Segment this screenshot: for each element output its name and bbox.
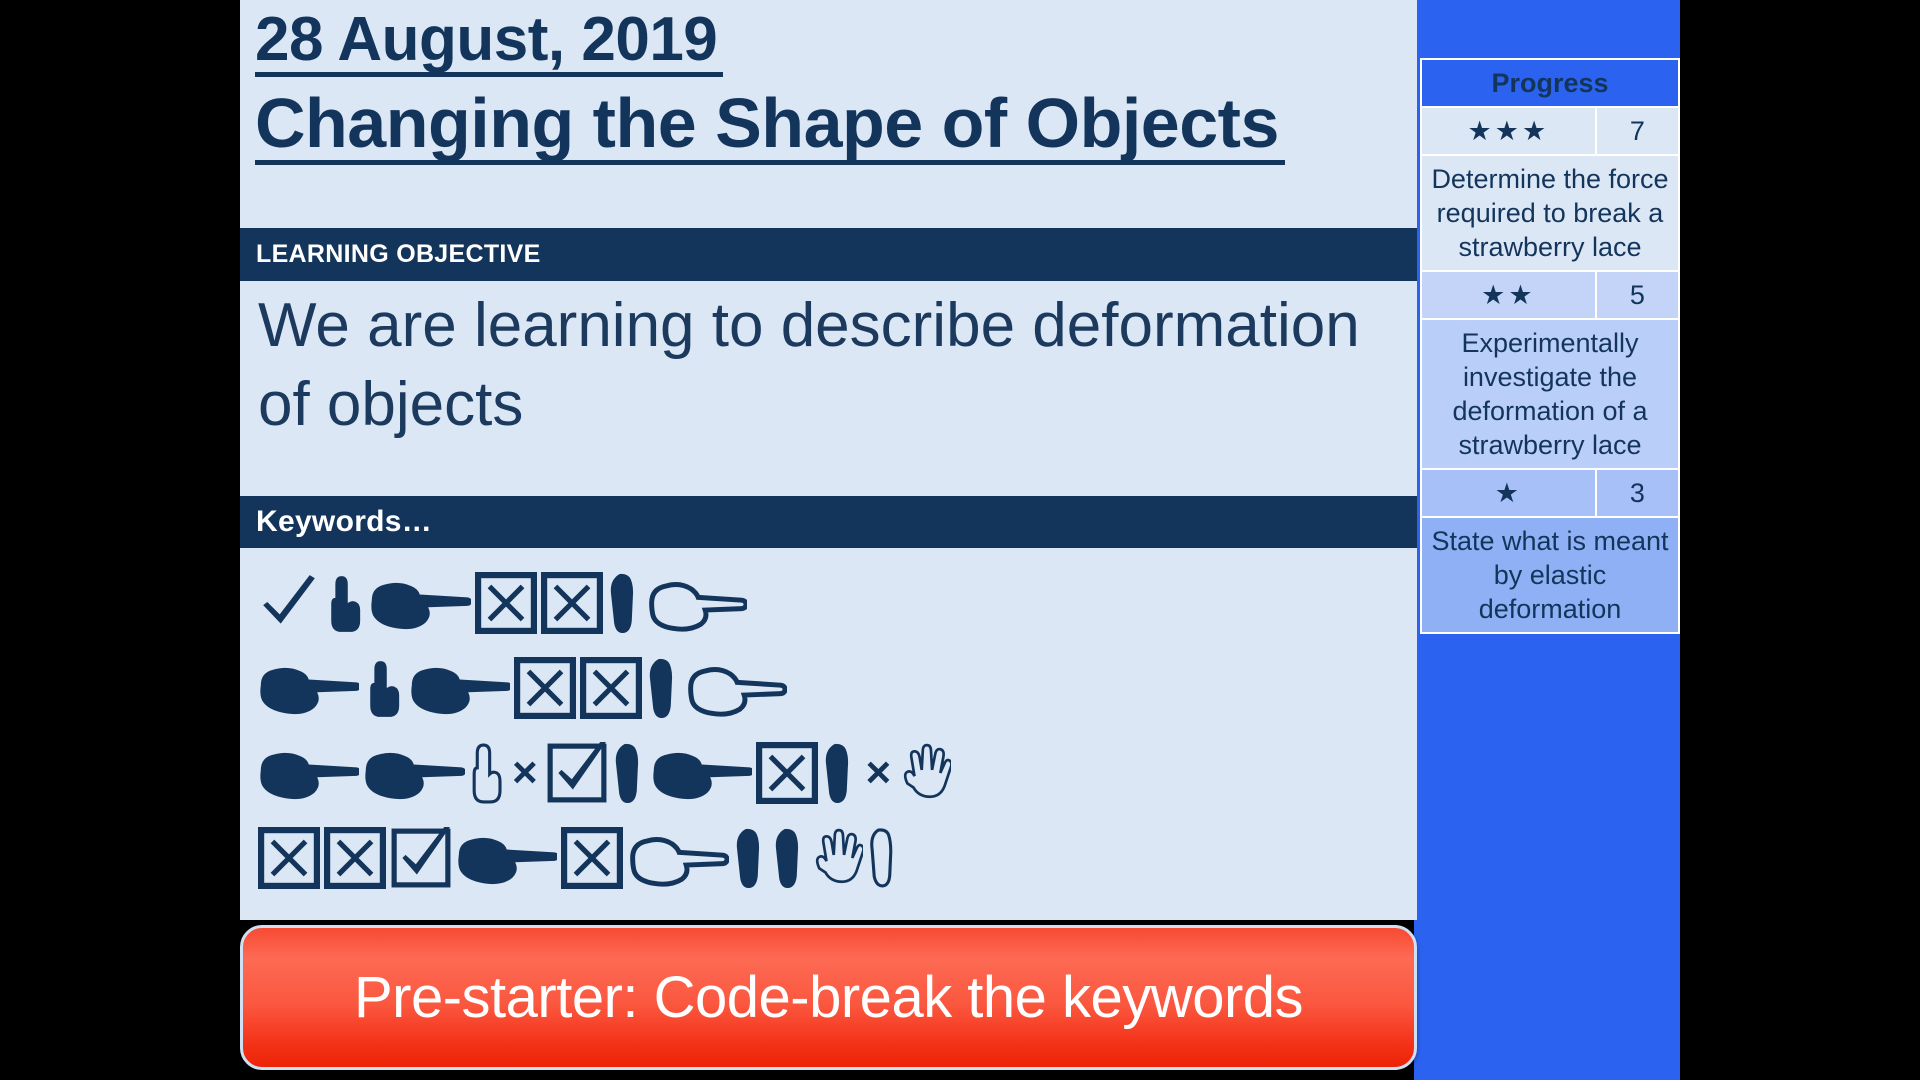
hand-point-right-filled-icon	[456, 827, 558, 889]
hand-point-right-outline-icon	[685, 657, 787, 719]
hand-point-right-filled-icon	[369, 572, 471, 634]
progress-level-row: ★★ 5	[1422, 272, 1678, 319]
slide-topic-title: Changing the Shape of Objects	[255, 87, 1285, 166]
boxed-x-icon	[756, 741, 819, 804]
boxed-x-icon	[258, 826, 320, 889]
slide-canvas: 28 August, 2019 Changing the Shape of Ob…	[0, 0, 1920, 1080]
cipher-row	[258, 645, 1417, 730]
boxed-check-icon	[390, 826, 452, 889]
boxed-x-icon	[474, 571, 537, 634]
hand-point-right-filled-icon	[258, 657, 360, 719]
progress-header-row: Progress	[1422, 60, 1678, 107]
hand-point-down-filled-icon	[607, 572, 642, 634]
hand-point-down-outline-icon	[867, 827, 898, 889]
keywords-header: Keywords…	[240, 496, 1417, 548]
hand-point-right-filled-icon	[409, 657, 511, 719]
keywords-label: Keywords…	[256, 505, 433, 538]
boxed-check-icon	[546, 741, 608, 804]
progress-header-label: Progress	[1422, 60, 1678, 107]
boxed-x-icon	[514, 656, 577, 719]
keywords-cipher-area: × ×	[240, 548, 1417, 920]
progress-description-row: Experimentally investigate the deformati…	[1422, 320, 1678, 469]
open-palm-outline-icon	[899, 742, 951, 804]
slide-date: 28 August, 2019	[255, 7, 724, 78]
hand-point-down-filled-icon	[822, 742, 857, 804]
progress-score-3: 7	[1596, 108, 1678, 155]
boxed-x-icon	[580, 656, 643, 719]
progress-description-1: State what is meant by elastic deformati…	[1422, 518, 1678, 633]
hand-point-down-filled-icon	[733, 827, 768, 889]
hand-point-down-filled-icon	[646, 657, 681, 719]
hand-point-up-icon	[324, 572, 365, 634]
hand-point-down-filled-icon	[772, 827, 807, 889]
progress-description-3: Determine the force required to break a …	[1422, 156, 1678, 271]
x-mark-icon: ×	[865, 747, 892, 797]
hand-point-right-outline-icon	[627, 827, 729, 889]
cipher-row	[258, 815, 1417, 900]
progress-stars-2: ★★	[1422, 272, 1595, 319]
progress-description-row: Determine the force required to break a …	[1422, 156, 1678, 271]
hand-point-up-icon	[363, 657, 404, 719]
hand-point-right-filled-icon	[363, 742, 465, 804]
boxed-x-icon	[540, 571, 603, 634]
prestarter-label: Pre-starter: Code-break the keywords	[353, 965, 1304, 1030]
progress-stars-3: ★★★	[1422, 108, 1595, 155]
prestarter-banner[interactable]: Pre-starter: Code-break the keywords	[240, 925, 1417, 1070]
hand-point-down-filled-icon	[612, 742, 647, 804]
progress-level-row: ★ 3	[1422, 470, 1678, 517]
learning-objective-header: LEARNING OBJECTIVE	[240, 228, 1417, 281]
progress-score-1: 3	[1596, 470, 1678, 517]
cipher-row	[258, 560, 1417, 645]
progress-score-2: 5	[1596, 272, 1678, 319]
progress-table: Progress ★★★ 7 Determine the force requi…	[1420, 58, 1680, 635]
learning-objective-label: LEARNING OBJECTIVE	[256, 240, 541, 268]
progress-description-2: Experimentally investigate the deformati…	[1422, 320, 1678, 469]
cipher-row: × ×	[258, 730, 1417, 815]
boxed-x-icon	[561, 826, 624, 889]
x-mark-icon: ×	[512, 747, 538, 797]
title-block: 28 August, 2019 Changing the Shape of Ob…	[240, 0, 1417, 228]
progress-description-row: State what is meant by elastic deformati…	[1422, 518, 1678, 633]
progress-level-row: ★★★ 7	[1422, 108, 1678, 155]
open-palm-outline-icon	[811, 827, 863, 889]
hand-point-right-filled-icon	[651, 742, 753, 804]
progress-stars-1: ★	[1422, 470, 1595, 517]
hand-point-right-outline-icon	[646, 572, 748, 634]
learning-objective-text: We are learning to describe deformation …	[240, 281, 1417, 496]
boxed-x-icon	[324, 826, 386, 889]
hand-point-right-filled-icon	[258, 742, 360, 804]
check-mark-icon	[258, 572, 320, 634]
hand-point-up-outline-icon	[469, 742, 504, 804]
